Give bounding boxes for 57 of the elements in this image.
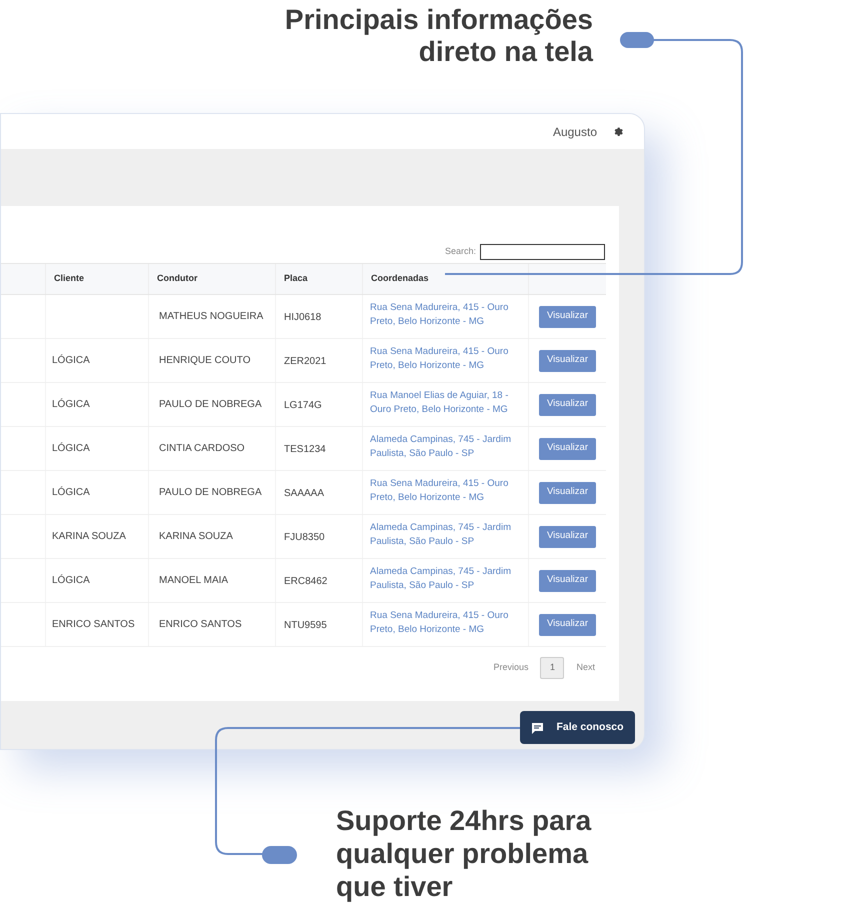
column-header: Coordenadas xyxy=(371,272,429,286)
table-cell-text: PAULO DE NOBREGA xyxy=(159,486,262,500)
chat-button[interactable]: Fale conosco xyxy=(520,711,635,744)
view-button[interactable]: Visualizar xyxy=(538,438,596,460)
address-link[interactable]: Alameda Campinas, 745 - Jardim Paulista, São Paulo - SP xyxy=(370,433,521,461)
table-cell-text: KARINA SOUZA xyxy=(159,530,233,544)
table-cell: TES1234 xyxy=(284,444,326,455)
page-button[interactable]: 1 xyxy=(540,657,564,679)
table-cell-text: ENRICO SANTOS xyxy=(52,618,135,632)
view-button[interactable]: Visualizar xyxy=(538,394,596,416)
table-cell: LÓGICA xyxy=(52,573,90,588)
table-cell: FJU8350 xyxy=(284,532,325,543)
table-cell-text: CINTIA CARDOSO xyxy=(159,442,245,456)
address-link[interactable]: Rua Manoel Elias de Aguiar, 18 - Ouro Preto, Belo Horizonte - MG xyxy=(370,389,521,417)
table-cell-text: HENRIQUE COUTO xyxy=(159,354,250,368)
previous-link[interactable]: Previous xyxy=(493,661,528,675)
headline-text: Principais informações xyxy=(284,4,593,36)
table-cell-text: MANOEL MAIA xyxy=(159,574,228,588)
user-name[interactable]: Augusto xyxy=(552,122,597,140)
search-field[interactable] xyxy=(480,244,605,260)
column-header: Condutor xyxy=(157,272,198,286)
table-cell-text: KARINA SOUZA xyxy=(52,530,126,544)
address-link[interactable]: Rua Sena Madureira, 415 - Ouro Preto, Belo Horizonte - MG xyxy=(370,477,521,505)
table-cell: LÓGICA xyxy=(52,397,90,412)
headline-text: que tiver xyxy=(336,870,454,903)
headline-text: qualquer problema xyxy=(336,837,590,870)
view-button[interactable]: Visualizar xyxy=(538,482,596,504)
table-cell: HIJ0618 xyxy=(284,312,322,323)
search-label: Search: xyxy=(444,245,476,258)
chat-icon xyxy=(531,722,544,734)
headline-text: direto na tela xyxy=(418,36,593,68)
table-cell: NTU9595 xyxy=(284,620,327,631)
headline-text: Suporte 24hrs para xyxy=(336,804,592,837)
address-link[interactable]: Rua Sena Madureira, 415 - Ouro Preto, Belo Horizonte - MG xyxy=(370,345,521,373)
column-header: Cliente xyxy=(54,272,84,286)
table-cell-text: ENRICO SANTOS xyxy=(159,618,242,632)
table-cell-text: PAULO DE NOBREGA xyxy=(159,398,262,412)
table-cell: ERC8462 xyxy=(284,576,328,587)
view-button[interactable]: Visualizar xyxy=(538,306,596,328)
table-cell: SAAAAA xyxy=(284,488,324,499)
address-link[interactable]: Rua Sena Madureira, 415 - Ouro Preto, Belo Horizonte - MG xyxy=(370,301,521,329)
table-cell: LÓGICA xyxy=(52,441,90,456)
address-link[interactable]: Alameda Campinas, 745 - Jardim Paulista, São Paulo - SP xyxy=(370,565,521,593)
address-link[interactable]: Alameda Campinas, 745 - Jardim Paulista, São Paulo - SP xyxy=(370,521,521,549)
address-link[interactable]: Rua Sena Madureira, 415 - Ouro Preto, Belo Horizonte - MG xyxy=(370,609,521,637)
settings-icon[interactable] xyxy=(613,126,624,137)
view-button[interactable]: Visualizar xyxy=(538,570,596,592)
table-cell: LG174G xyxy=(284,400,322,411)
table-cell: LÓGICA xyxy=(52,353,90,368)
view-button[interactable]: Visualizar xyxy=(538,350,596,372)
table-cell-text: MATHEUS NOGUEIRA xyxy=(159,310,264,324)
table-cell: ZER2021 xyxy=(284,356,326,367)
view-button[interactable]: Visualizar xyxy=(538,526,596,548)
next-link[interactable]: Next xyxy=(576,661,595,675)
view-button[interactable]: Visualizar xyxy=(538,614,596,636)
column-header: Placa xyxy=(284,272,308,286)
table-cell: LÓGICA xyxy=(52,485,90,500)
